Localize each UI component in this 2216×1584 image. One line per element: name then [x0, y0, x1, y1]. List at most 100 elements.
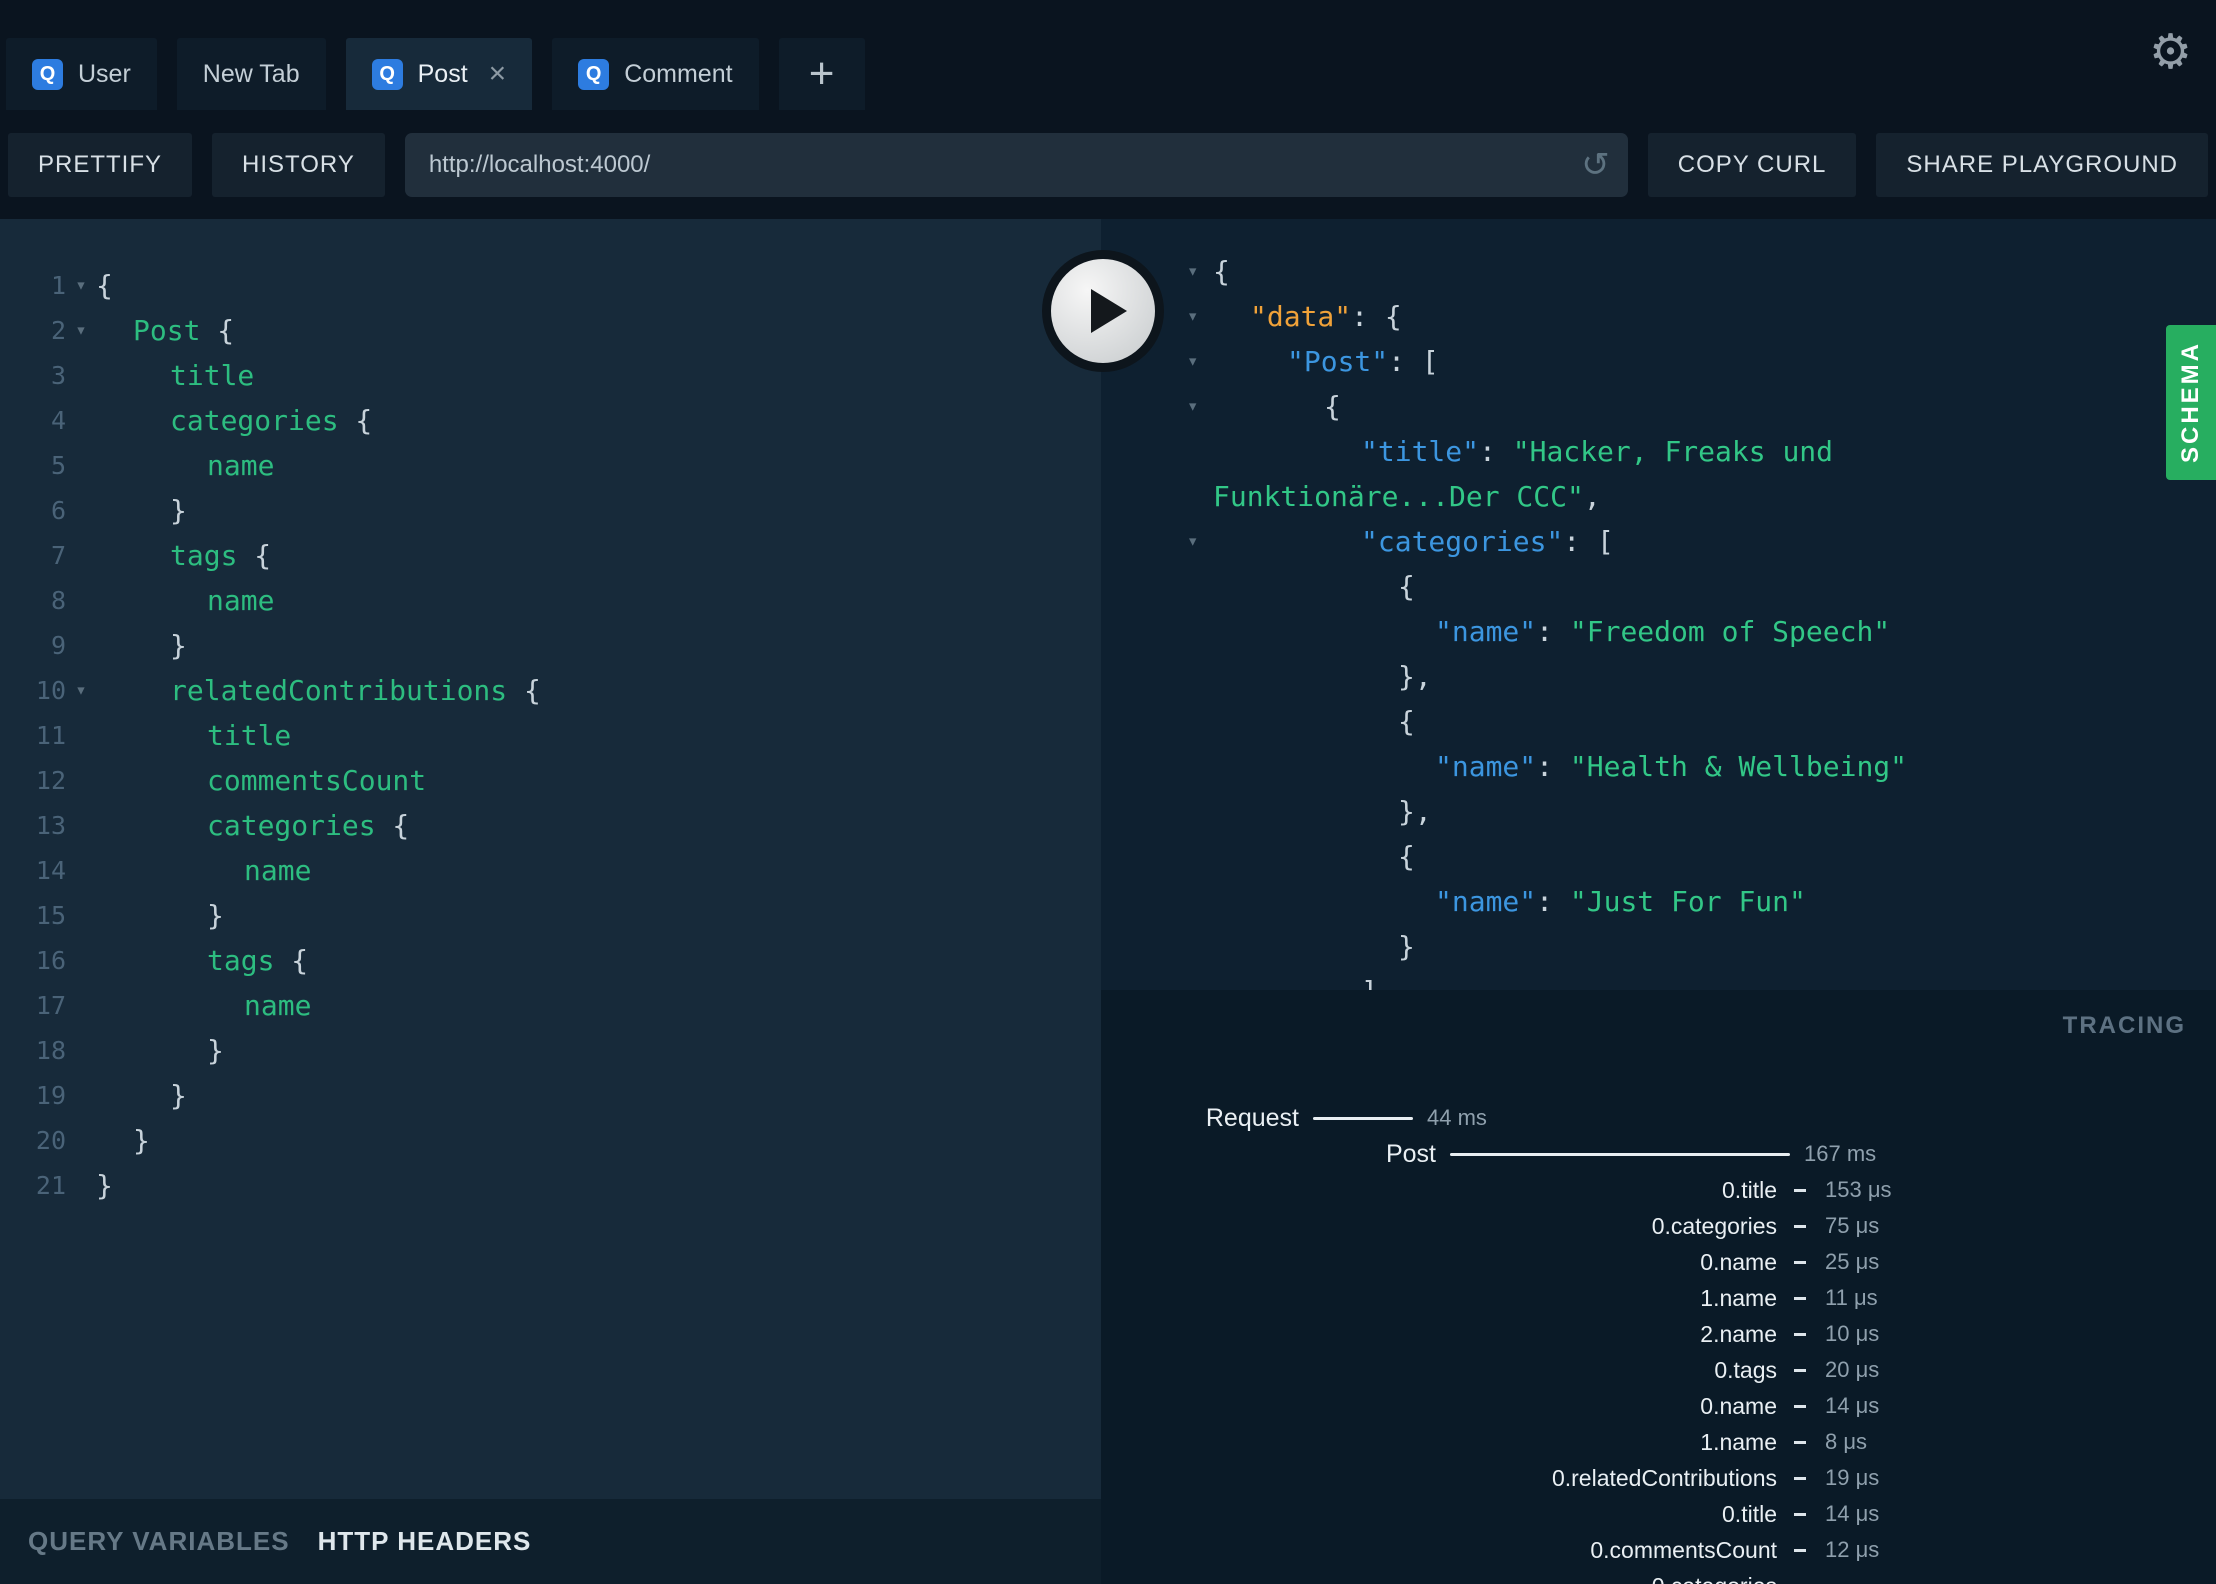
fold-arrow-icon[interactable]: ▾	[66, 263, 96, 308]
editor-line: 7 tags {	[0, 533, 1101, 578]
trace-row: 0.categories	[1101, 1568, 2216, 1584]
fold-gutter	[66, 488, 96, 533]
response-text: {	[1398, 705, 1415, 738]
trace-label: 0.title	[1722, 1500, 1777, 1527]
line-number: 17	[35, 991, 66, 1020]
tab-comment[interactable]: Q Comment	[552, 38, 759, 110]
fold-gutter	[66, 1163, 96, 1208]
tracing-panel: TRACING Request 44 ms Post 167 ms 0.title 153…	[1101, 990, 2216, 1584]
response-line: },	[1101, 789, 2216, 834]
code-text: name	[207, 449, 275, 482]
code-text: relatedContributions {	[170, 674, 541, 707]
trace-duration: 167 ms	[1804, 1141, 1877, 1166]
editor-line: 6}	[0, 488, 1101, 533]
response-line: "name": "Health & Wellbeing"	[1101, 744, 2216, 789]
fold-arrow-icon[interactable]: ▾	[1187, 339, 1198, 384]
graphql-playground-window: Q User New Tab Q Post × Q Comment + ⚙ PRETTIFY H…	[0, 0, 2216, 1584]
tab-post[interactable]: Q Post ×	[345, 38, 533, 110]
trace-row: 0.categories 75 μs	[1101, 1208, 2216, 1244]
tab-user[interactable]: Q User	[6, 38, 157, 110]
tracing-panel-toggle[interactable]: TRACING	[2063, 1012, 2186, 1040]
line-number: 20	[35, 1126, 66, 1155]
line-number: 1	[50, 271, 66, 300]
trace-label: 0.categories	[1101, 1573, 1777, 1584]
fold-arrow-icon[interactable]: ▾	[1187, 249, 1198, 294]
fold-arrow-icon[interactable]: ▾	[1187, 294, 1198, 339]
new-tab-button[interactable]: +	[778, 38, 865, 110]
line-number: 14	[35, 856, 66, 885]
query-pane: 1 ▾{2 ▾ Post {3 title 4 categories {5 name 6} 7 ta…	[0, 219, 1101, 1584]
trace-row: 0.tags 20 μs	[1101, 1352, 2216, 1388]
response-text: "title": "Hacker, Freaks und	[1361, 435, 1834, 468]
trace-duration-bar	[1313, 1116, 1413, 1120]
close-tab-icon[interactable]: ×	[489, 59, 507, 89]
schema-side-tab-label: SCHEMA	[2177, 341, 2204, 464]
trace-duration: 14 μs	[1825, 1501, 1880, 1526]
execute-query-play-button[interactable]	[1042, 250, 1164, 372]
trace-row: 1.name 8 μs	[1101, 1424, 2216, 1460]
prettify-button[interactable]: PRETTIFY	[8, 132, 193, 197]
trace-duration-bar	[1794, 1476, 1806, 1480]
code-text: categories {	[170, 404, 373, 437]
fold-arrow-icon[interactable]: ▾	[1187, 384, 1198, 429]
result-pane: ▾{▾ "data": {▾ "Post": [▾{"title": "Hacker…	[1101, 219, 2216, 1584]
trace-row: 0.name 14 μs	[1101, 1388, 2216, 1424]
editor-line: 8 name	[0, 578, 1101, 623]
tab-bar: Q User New Tab Q Post × Q Comment + ⚙	[0, 0, 2216, 110]
response-text: "name": "Just For Fun"	[1435, 885, 1806, 918]
trace-label: 0.relatedContributions	[1551, 1464, 1777, 1491]
code-text: }	[170, 1079, 187, 1112]
editor-line: 9}	[0, 623, 1101, 668]
editor-line: 18}	[0, 1028, 1101, 1073]
editor-line: 17 name	[0, 983, 1101, 1028]
fold-arrow-icon[interactable]: ▾	[66, 308, 96, 353]
response-line: {	[1101, 834, 2216, 879]
tab-new-tab[interactable]: New Tab	[176, 38, 326, 110]
response-line: ▾ "data": {	[1101, 294, 2216, 339]
line-number: 9	[50, 631, 66, 660]
editor-line: 15}	[0, 893, 1101, 938]
tab-label: Comment	[624, 59, 733, 88]
code-text: title	[170, 359, 255, 392]
trace-label: 0.name	[1700, 1392, 1777, 1419]
fold-gutter	[66, 578, 96, 623]
line-number: 13	[35, 811, 66, 840]
share-playground-button[interactable]: SHARE PLAYGROUND	[1876, 132, 2208, 197]
http-headers-tab[interactable]: HTTP HEADERS	[318, 1526, 532, 1557]
trace-label: 2.name	[1700, 1320, 1777, 1347]
line-number: 12	[35, 766, 66, 795]
trace-duration-bar	[1794, 1332, 1806, 1336]
response-text: "name": "Freedom of Speech"	[1435, 615, 1891, 648]
trace-label: 0.categories	[1651, 1212, 1777, 1239]
query-variables-tab[interactable]: QUERY VARIABLES	[28, 1526, 290, 1557]
history-button[interactable]: HISTORY	[212, 132, 385, 197]
fold-gutter	[66, 1073, 96, 1118]
editor-line: 1 ▾{	[0, 263, 1101, 308]
editor-line: 10 ▾ relatedContributions {	[0, 668, 1101, 713]
fold-arrow-icon[interactable]: ▾	[66, 668, 96, 713]
reload-schema-icon[interactable]: ↺	[1581, 148, 1610, 182]
trace-duration: 153 μs	[1825, 1177, 1892, 1202]
response-line: Funktionäre...Der CCC",	[1101, 474, 2216, 519]
trace-duration-bar	[1794, 1296, 1806, 1300]
settings-gear-icon[interactable]: ⚙	[2149, 28, 2192, 76]
trace-duration-bar	[1794, 1512, 1806, 1516]
response-text: {	[1398, 840, 1415, 873]
fold-arrow-icon[interactable]: ▾	[1187, 519, 1198, 564]
copy-curl-button[interactable]: COPY CURL	[1647, 132, 1857, 197]
response-viewer[interactable]: ▾{▾ "data": {▾ "Post": [▾{"title": "Hacker…	[1101, 219, 2216, 990]
query-type-icon: Q	[32, 58, 63, 90]
editor-line: 19}	[0, 1073, 1101, 1118]
endpoint-url-input[interactable]: http://localhost:4000/ ↺	[404, 132, 1628, 197]
editor-line: 14 name	[0, 848, 1101, 893]
response-text: Funktionäre...Der CCC",	[1213, 480, 1601, 513]
line-number: 15	[35, 901, 66, 930]
editor-bottom-bar: QUERY VARIABLES HTTP HEADERS	[0, 1499, 1101, 1584]
fold-gutter	[66, 983, 96, 1028]
trace-row: 0.relatedContributions 19 μs	[1101, 1460, 2216, 1496]
line-number: 2	[50, 316, 66, 345]
query-editor[interactable]: 1 ▾{2 ▾ Post {3 title 4 categories {5 name 6} 7 ta…	[0, 219, 1101, 1499]
schema-side-tab[interactable]: SCHEMA	[2166, 325, 2216, 480]
line-number: 4	[50, 406, 66, 435]
code-text: }	[170, 629, 187, 662]
